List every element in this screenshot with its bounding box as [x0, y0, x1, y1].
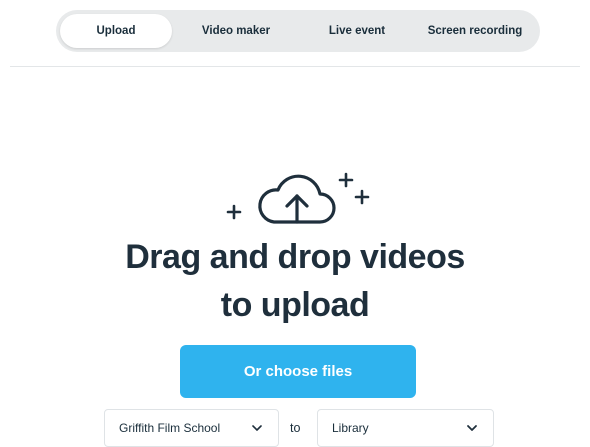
choose-files-button[interactable]: Or choose files: [180, 345, 416, 398]
tab-video-maker[interactable]: Video maker: [172, 14, 300, 48]
cloud-upload-icon: [226, 172, 370, 224]
chevron-down-icon: [467, 425, 477, 431]
upload-headline-line2: to upload: [220, 286, 370, 324]
tab-live-event[interactable]: Live event: [300, 14, 414, 48]
tab-upload[interactable]: Upload: [60, 14, 172, 48]
upload-mode-tabs: Upload Video maker Live event Screen rec…: [56, 10, 540, 52]
header-divider: [10, 66, 580, 67]
tab-screen-recording[interactable]: Screen recording: [414, 14, 536, 48]
folder-select[interactable]: Library: [317, 409, 494, 447]
team-select[interactable]: Griffith Film School: [104, 409, 279, 447]
folder-select-value: Library: [332, 421, 369, 435]
chevron-down-icon: [252, 425, 262, 431]
team-select-value: Griffith Film School: [119, 421, 221, 435]
destination-connector: to: [290, 421, 301, 435]
upload-headline-line1: Drag and drop videos: [125, 238, 465, 276]
